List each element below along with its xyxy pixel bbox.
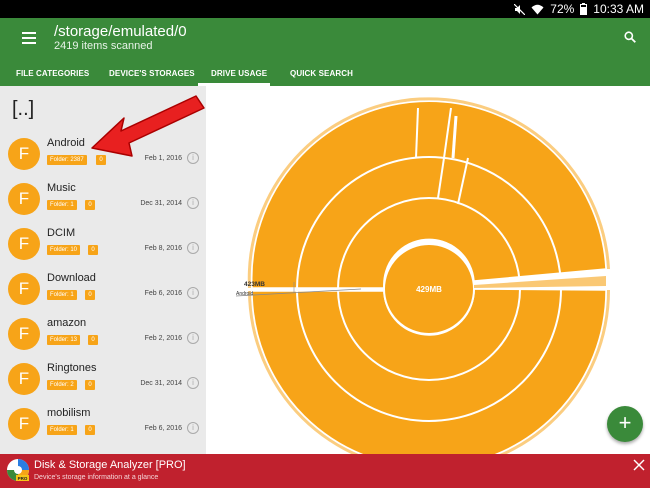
folder-date: Feb 2, 2016 — [144, 335, 182, 342]
info-icon[interactable]: i — [187, 377, 199, 389]
folder-date: Feb 8, 2016 — [144, 245, 182, 252]
page-title: /storage/emulated/0 — [54, 23, 187, 40]
folder-avatar: F — [8, 228, 40, 260]
mute-icon — [514, 3, 526, 15]
file-count-badge: 0 — [85, 425, 95, 435]
segment-name-label: Android — [236, 291, 253, 297]
sunburst-chart: 429MB 423MB Android — [235, 97, 611, 454]
folder-name: Download — [47, 272, 96, 284]
menu-icon[interactable] — [22, 32, 36, 44]
clock: 10:33 AM — [593, 2, 644, 16]
battery-level: 72% — [550, 2, 575, 16]
center-size-label: 429MB — [416, 285, 442, 294]
folder-badge: Folder: 1 — [47, 425, 77, 435]
tab-quick-search[interactable]: QUICK SEARCH — [290, 69, 353, 78]
folder-avatar: F — [8, 363, 40, 395]
folder-name: Ringtones — [47, 362, 97, 374]
app-bar: /storage/emulated/0 2419 items scanned F… — [0, 18, 650, 86]
info-icon[interactable]: i — [187, 287, 199, 299]
close-icon[interactable] — [633, 458, 645, 471]
folder-badge: Folder: 1 — [47, 290, 77, 300]
folder-name: mobilism — [47, 407, 91, 419]
tab-devices-storages[interactable]: DEVICE'S STORAGES — [109, 69, 195, 78]
file-count-badge: 0 — [85, 290, 95, 300]
search-icon[interactable] — [624, 30, 636, 48]
folder-avatar: F — [8, 408, 40, 440]
file-count-badge: 0 — [88, 335, 98, 345]
battery-icon — [580, 3, 588, 15]
tab-bar: FILE CATEGORIES DEVICE'S STORAGES DRIVE … — [0, 62, 400, 86]
folder-badge: Folder: 13 — [47, 335, 81, 345]
folder-date: Feb 6, 2016 — [144, 425, 182, 432]
folder-badge: Folder: 2 — [47, 380, 77, 390]
segment-size-label: 423MB — [244, 281, 265, 288]
callout-arrow — [91, 95, 205, 157]
svg-text:PRO: PRO — [18, 476, 28, 481]
folder-date: Dec 31, 2014 — [140, 380, 182, 387]
folder-list: [..] F Android Folder: 2387 0 Feb 1, 201… — [0, 86, 206, 454]
folder-avatar: F — [8, 318, 40, 350]
tab-drive-usage[interactable]: DRIVE USAGE — [211, 69, 267, 78]
list-item[interactable]: F Download Folder: 1 0 Feb 6, 2016 i — [0, 267, 206, 312]
list-item[interactable]: F mobilism Folder: 1 0 Feb 6, 2016 i — [0, 402, 206, 447]
folder-name: amazon — [47, 317, 87, 329]
tab-file-categories[interactable]: FILE CATEGORIES — [16, 69, 89, 78]
folder-badge: Folder: 10 — [47, 245, 81, 255]
ad-subtitle: Device's storage information at a glance — [34, 474, 159, 481]
info-icon[interactable]: i — [187, 332, 199, 344]
folder-name: DCIM — [47, 227, 76, 239]
folder-date: Feb 6, 2016 — [144, 290, 182, 297]
app-logo-icon: PRO — [6, 458, 30, 482]
list-item[interactable]: F DCIM Folder: 10 0 Feb 8, 2016 i — [0, 222, 206, 267]
scanned-count: 2419 items scanned — [54, 40, 153, 52]
info-icon[interactable]: i — [187, 242, 199, 254]
status-bar: 72% 10:33 AM — [0, 0, 650, 18]
file-count-badge: 0 — [85, 380, 95, 390]
file-count-badge: 0 — [88, 245, 98, 255]
folder-avatar: F — [8, 273, 40, 305]
list-item[interactable]: F amazon Folder: 13 0 Feb 2, 2016 i — [0, 312, 206, 357]
ad-banner[interactable]: PRO Disk & Storage Analyzer [PRO] Device… — [0, 454, 650, 488]
info-icon[interactable]: i — [187, 422, 199, 434]
add-button[interactable]: + — [607, 406, 643, 442]
drive-usage-chart: 429MB 423MB Android — [206, 86, 650, 454]
list-item[interactable]: F Ringtones Folder: 2 0 Dec 31, 2014 i — [0, 357, 206, 402]
ad-title: Disk & Storage Analyzer [PRO] — [34, 459, 186, 471]
wifi-icon — [531, 4, 544, 15]
